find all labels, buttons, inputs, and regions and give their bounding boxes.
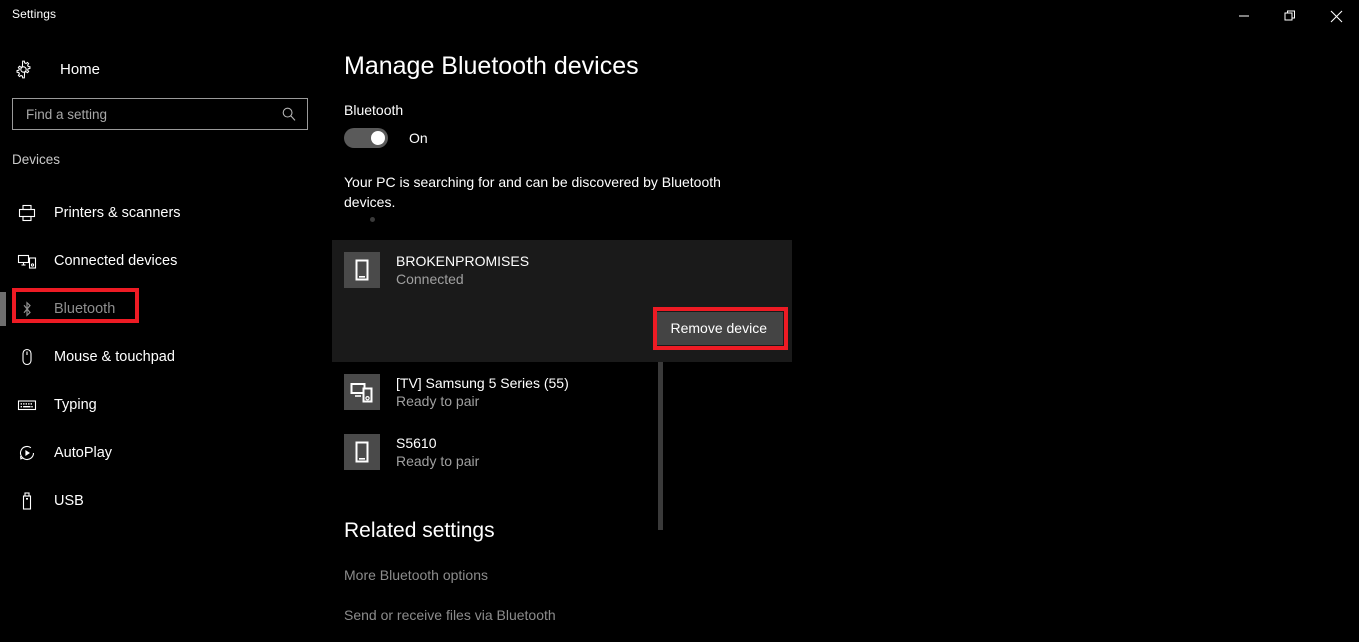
sidebar-item-home[interactable]: Home — [12, 52, 308, 86]
toggle-knob — [371, 131, 385, 145]
close-button[interactable] — [1313, 0, 1359, 32]
title-bar: Settings — [0, 0, 1359, 32]
device-status: Ready to pair — [396, 452, 480, 469]
remove-device-button[interactable]: Remove device — [654, 312, 783, 345]
list-item[interactable]: [TV] Samsung 5 Series (55) Ready to pair — [332, 362, 802, 422]
device-panel-selected[interactable]: BROKENPROMISES Connected Remove device — [332, 240, 792, 362]
search-status-text: Your PC is searching for and can be disc… — [344, 174, 721, 210]
sidebar-item-mouse-touchpad[interactable]: Mouse & touchpad — [0, 333, 332, 381]
related-settings-title: Related settings — [344, 519, 495, 542]
sidebar-item-printers-scanners[interactable]: Printers & scanners — [0, 189, 332, 237]
mouse-icon — [14, 347, 40, 367]
minimize-icon — [1239, 15, 1249, 17]
device-info: [TV] Samsung 5 Series (55) Ready to pair — [396, 374, 569, 411]
device-status: Ready to pair — [396, 392, 480, 409]
device-name: BROKENPROMISES — [396, 252, 530, 269]
device-info: BROKENPROMISES Connected — [396, 252, 529, 289]
sidebar: Home Find a setting Devices Printers & s… — [0, 32, 332, 642]
sidebar-item-connected-devices[interactable]: Connected devices — [0, 237, 332, 285]
sidebar-item-typing-label: Typing — [54, 397, 97, 413]
sidebar-item-autoplay-label: AutoPlay — [54, 445, 113, 461]
minimize-button[interactable] — [1221, 0, 1267, 32]
sidebar-section-label: Devices — [12, 152, 61, 167]
device-status: Connected — [396, 270, 464, 287]
settings-window: Settings Home Find a setting Devices Pri… — [0, 0, 1359, 642]
sidebar-item-mouse-touchpad-label: Mouse & touchpad — [54, 349, 175, 365]
connected-devices-icon — [14, 251, 40, 271]
tv-icon — [344, 374, 380, 410]
main-content: Manage Bluetooth devices Bluetooth On Yo… — [332, 32, 1359, 642]
device-list: BROKENPROMISES Connected Remove device [… — [332, 240, 802, 482]
printer-icon — [14, 203, 40, 223]
list-item[interactable]: S5610 Ready to pair — [332, 422, 802, 482]
search-box[interactable]: Find a setting — [12, 98, 308, 130]
bluetooth-section-label: Bluetooth — [344, 102, 404, 118]
bluetooth-toggle-row: On — [344, 128, 428, 148]
keyboard-icon — [14, 395, 40, 415]
bluetooth-icon — [14, 299, 40, 319]
related-link-send-receive-files[interactable]: Send or receive files via Bluetooth — [344, 607, 556, 623]
bluetooth-toggle[interactable] — [344, 128, 388, 148]
window-controls — [1221, 0, 1359, 32]
sidebar-item-typing[interactable]: Typing — [0, 381, 332, 429]
usb-icon — [14, 491, 40, 511]
list-item[interactable]: BROKENPROMISES Connected — [332, 240, 792, 300]
gear-icon — [14, 60, 44, 79]
autoplay-icon — [14, 443, 40, 463]
device-name: S5610 — [396, 434, 437, 451]
sidebar-item-connected-devices-label: Connected devices — [54, 253, 178, 269]
search-input[interactable]: Find a setting — [26, 107, 281, 122]
phone-icon — [344, 434, 380, 470]
restore-icon — [1284, 10, 1295, 21]
sidebar-item-autoplay[interactable]: AutoPlay — [0, 429, 332, 477]
sidebar-item-bluetooth[interactable]: Bluetooth — [0, 285, 332, 333]
sidebar-item-usb[interactable]: USB — [0, 477, 332, 525]
close-icon — [1330, 10, 1342, 22]
selection-indicator — [0, 292, 6, 326]
sidebar-item-usb-label: USB — [54, 493, 84, 509]
sidebar-item-printers-scanners-label: Printers & scanners — [54, 205, 181, 221]
sidebar-nav-list: Printers & scanners Connected devices Bl… — [0, 189, 332, 525]
sidebar-item-home-label: Home — [60, 60, 101, 78]
device-info: S5610 Ready to pair — [396, 434, 479, 471]
related-link-more-bluetooth-options[interactable]: More Bluetooth options — [344, 567, 488, 583]
maximize-button[interactable] — [1267, 0, 1313, 32]
loading-dot-icon — [370, 217, 375, 222]
window-title: Settings — [12, 7, 57, 21]
search-icon[interactable] — [281, 106, 297, 122]
phone-icon — [344, 252, 380, 288]
sidebar-item-bluetooth-label: Bluetooth — [54, 301, 116, 317]
bluetooth-toggle-state: On — [409, 130, 428, 146]
page-title: Manage Bluetooth devices — [344, 52, 639, 80]
device-actions: Remove device — [332, 300, 792, 362]
device-name: [TV] Samsung 5 Series (55) — [396, 374, 569, 391]
